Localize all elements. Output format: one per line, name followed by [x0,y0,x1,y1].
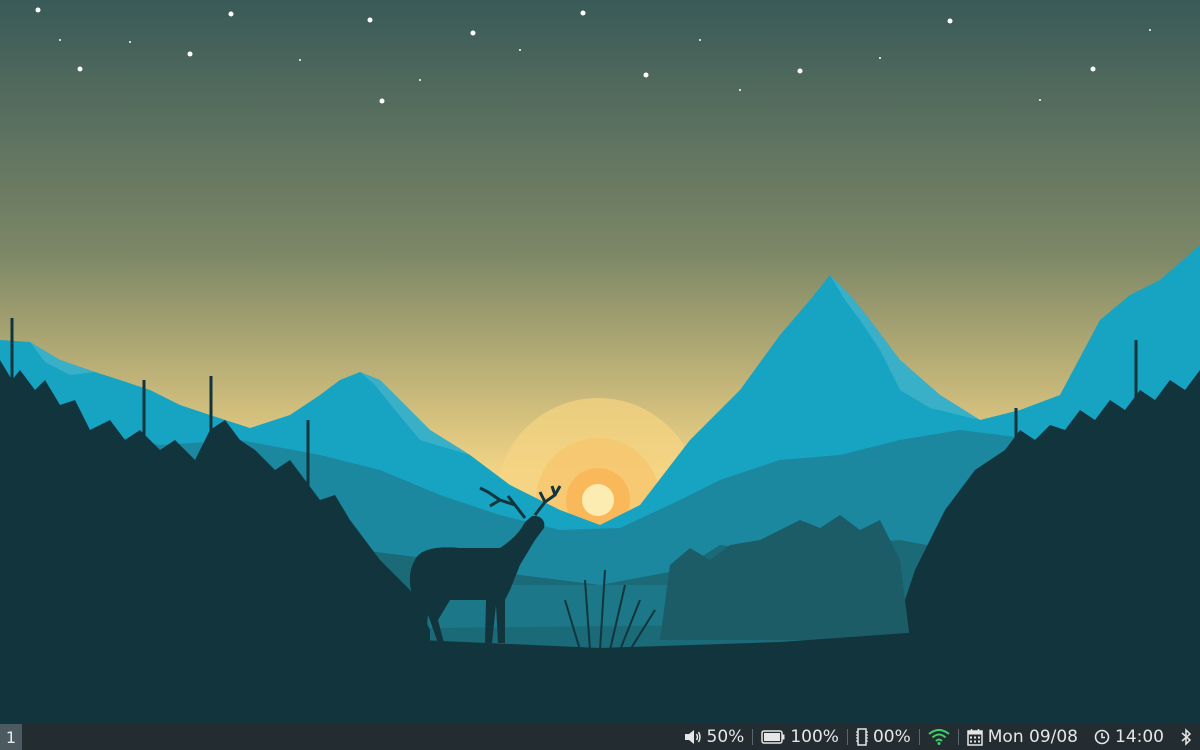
calendar-icon [967,728,983,746]
date-indicator[interactable]: Mon 09/08 [959,724,1086,750]
clock-indicator[interactable]: 14:00 [1086,724,1172,750]
taskbar: 1 50% 100% 00% Mon 09/08 14:00 [0,724,1200,750]
clock-icon [1094,729,1110,745]
wifi-indicator[interactable] [920,724,958,750]
desktop-wallpaper [0,0,1200,724]
system-tray: 50% 100% 00% Mon 09/08 14:00 [676,724,1200,750]
volume-indicator[interactable]: 50% [676,724,753,750]
time-value: 14:00 [1115,727,1164,747]
date-value: Mon 09/08 [987,727,1078,747]
volume-value: 50% [706,727,745,747]
wallpaper-landscape [0,0,1200,724]
bluetooth-indicator[interactable] [1172,724,1200,750]
memory-chip-icon [855,728,868,746]
memory-indicator[interactable]: 00% [848,724,919,750]
speaker-icon [684,729,702,745]
workspace-button[interactable]: 1 [0,724,22,750]
battery-value: 100% [790,727,839,747]
battery-icon [761,730,785,744]
wifi-icon [928,729,950,745]
bluetooth-icon [1180,728,1192,746]
battery-indicator[interactable]: 100% [753,724,847,750]
workspace-label: 1 [5,727,17,747]
memory-value: 00% [872,727,911,747]
